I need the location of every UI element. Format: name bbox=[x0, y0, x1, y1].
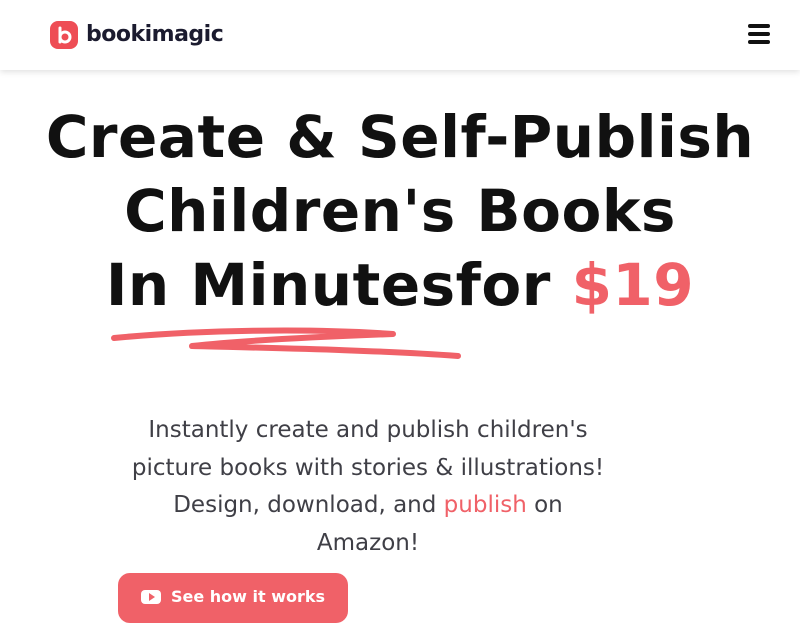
see-how-it-works-button[interactable]: See how it works bbox=[118, 573, 348, 623]
top-navbar: bookimagic bbox=[0, 0, 800, 70]
brush-underline bbox=[111, 327, 461, 359]
menu-bar bbox=[748, 24, 770, 28]
brand-logo[interactable]: bookimagic bbox=[50, 20, 224, 50]
b-letter-icon bbox=[50, 21, 78, 49]
menu-bar bbox=[748, 40, 770, 44]
subtitle-line-2: picture books with stories & illustratio… bbox=[131, 454, 605, 481]
publish-link[interactable]: publish bbox=[444, 492, 527, 518]
hero-title-line-3: In Minutesfor $19 bbox=[0, 248, 800, 322]
brand-name: bookimagic bbox=[86, 22, 224, 47]
subtitle-line-3: Design, download, and publish on bbox=[118, 487, 618, 525]
hero-title-line-1: Create & Self-Publish bbox=[45, 103, 755, 171]
price-highlight: $19 bbox=[571, 251, 695, 319]
play-icon bbox=[140, 590, 161, 604]
subtitle-line-3-suffix: on bbox=[526, 492, 563, 518]
subtitle-line-3-prefix: Design, download, and bbox=[173, 492, 444, 518]
cta-label: See how it works bbox=[170, 587, 326, 606]
hero-title-line-2: Children's Books bbox=[124, 177, 676, 245]
hamburger-menu-icon[interactable] bbox=[748, 24, 770, 44]
hero-subtitle: Instantly create and publish children's … bbox=[118, 412, 618, 562]
hero-title: Create & Self-Publish Children's Books I… bbox=[0, 100, 800, 322]
subtitle-line-1: Instantly create and publish children's bbox=[148, 417, 588, 443]
menu-bar bbox=[748, 32, 770, 36]
hero-title-line-3-text: In Minutesfor bbox=[105, 251, 572, 319]
subtitle-line-4: Amazon! bbox=[316, 529, 420, 556]
